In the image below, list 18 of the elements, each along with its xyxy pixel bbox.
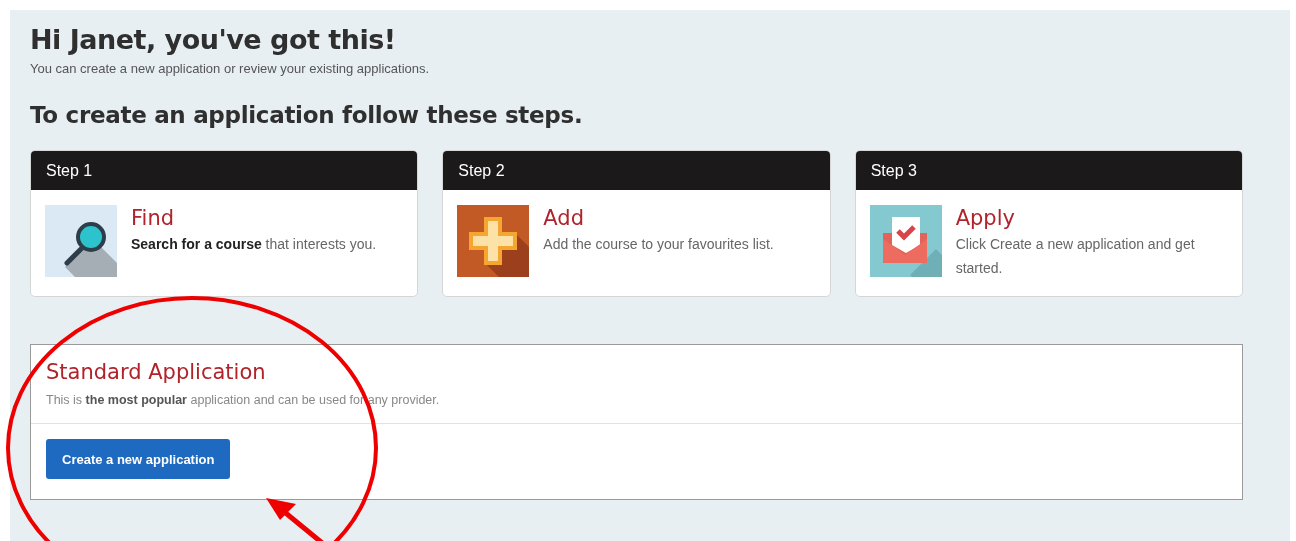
step-header: Step 2 [443,151,830,190]
application-description: This is the most popular application and can be used for any provider. [46,393,441,407]
greeting-subtitle: You can create a new application or review your existing applications. [30,61,431,76]
greeting-heading: Hi Janet, you've got this! [30,24,397,55]
step-description: Add the course to your favourites list. [543,235,774,254]
application-title: Standard Application [46,360,267,384]
step-header: Step 3 [855,151,1242,190]
step-description: Click Create a new application and get started. [955,235,1196,278]
plus-icon [457,205,530,277]
step-title: Apply [955,206,1016,230]
step-title: Find [131,206,176,230]
step-title: Add [543,206,585,230]
envelope-check-icon [869,205,942,277]
step-header: Step 1 [31,151,418,190]
create-application-button[interactable]: Create a new application [46,439,231,479]
steps-heading: To create an application follow these steps. [30,102,584,128]
magnifier-icon [45,205,117,277]
step-description: Search for a course that interests you. [131,235,377,254]
